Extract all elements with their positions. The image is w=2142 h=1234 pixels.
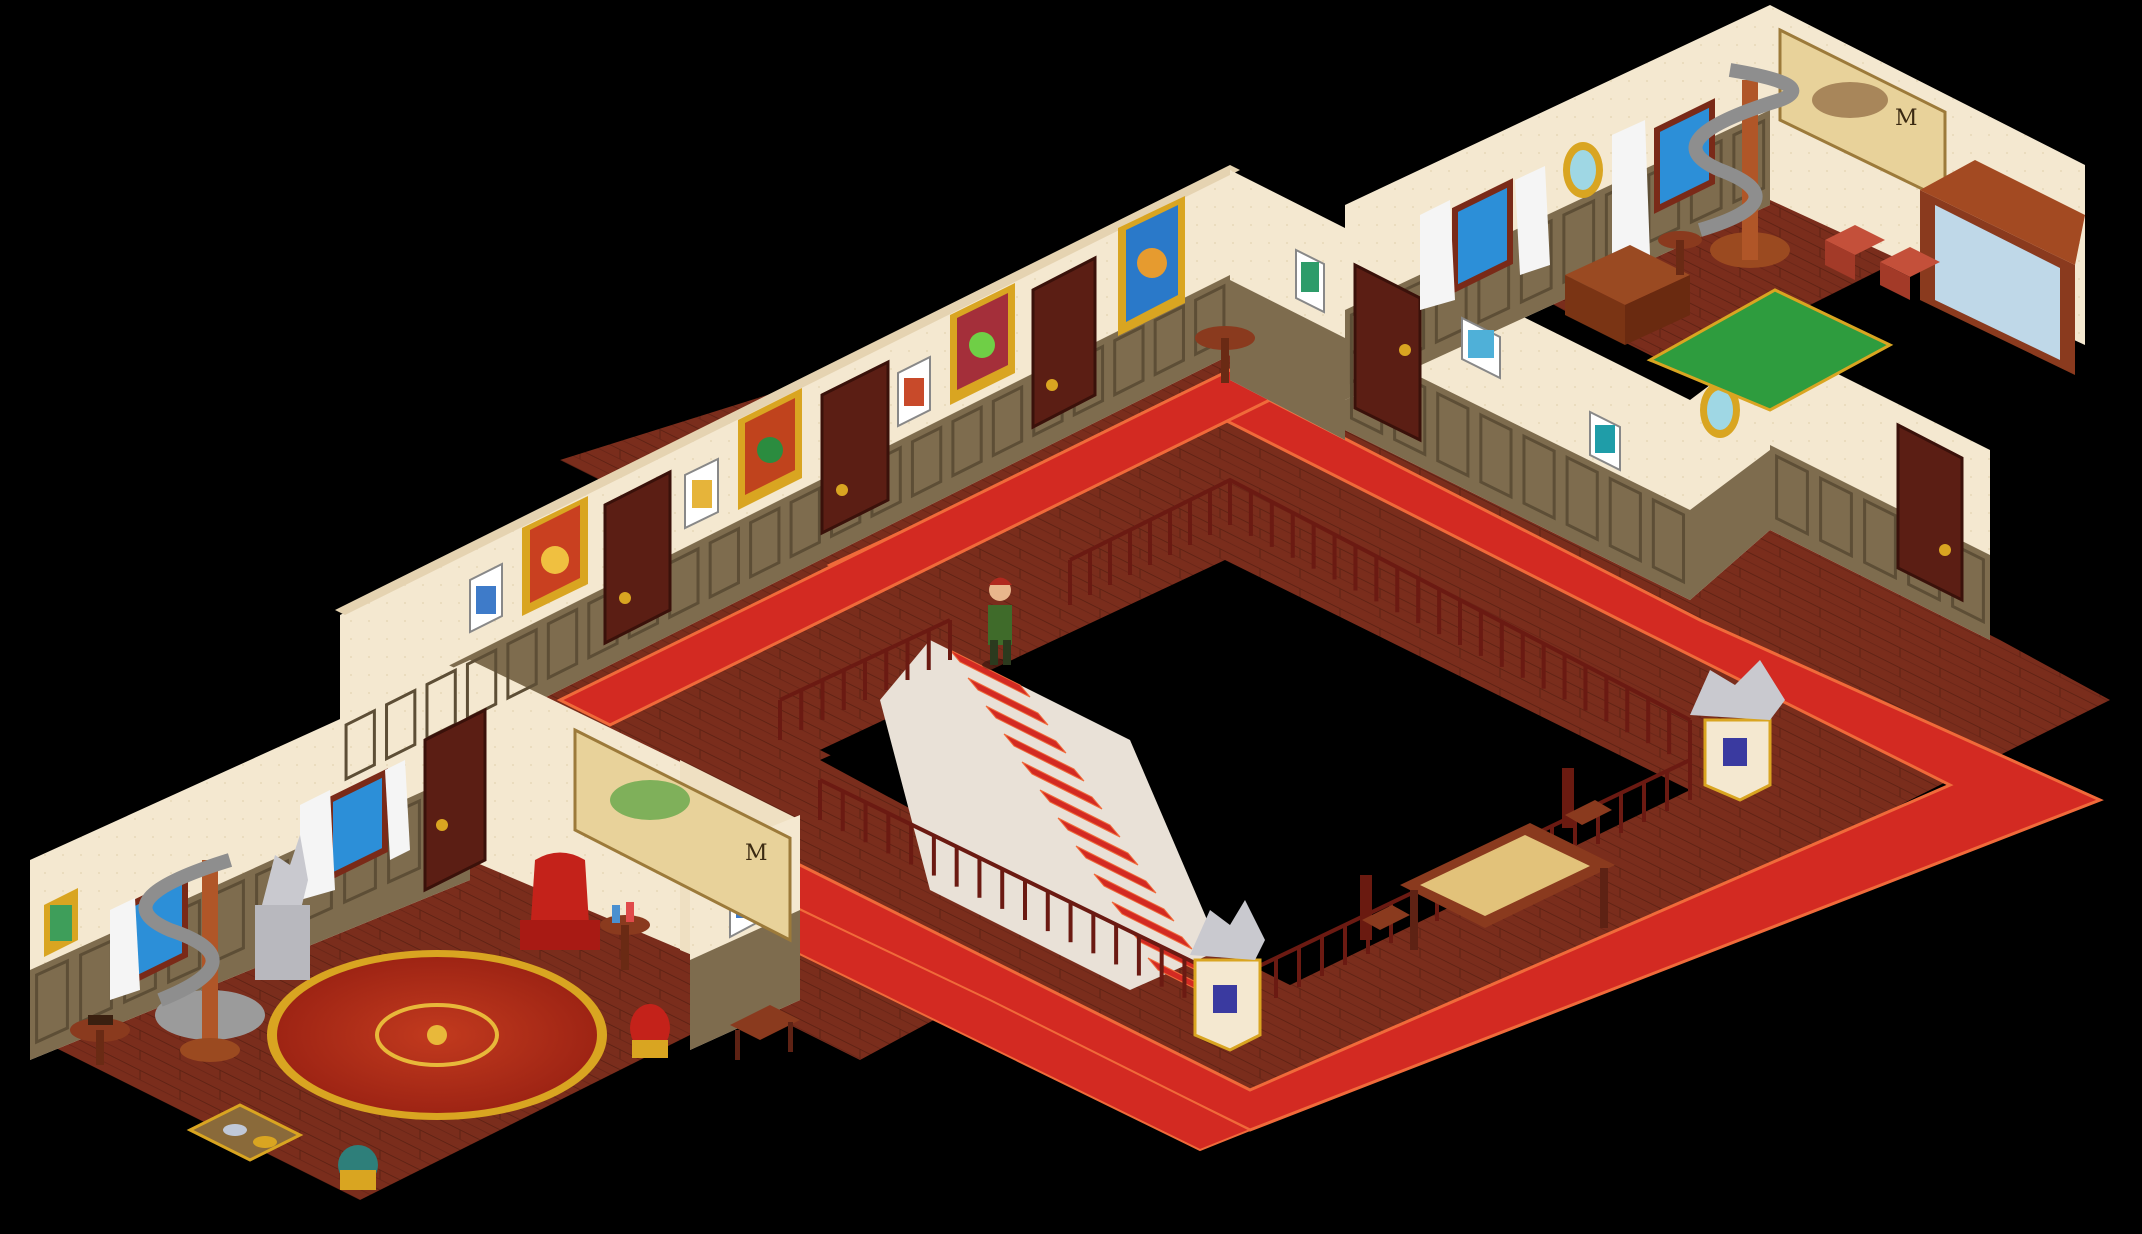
teal-pouf[interactable] <box>338 1145 378 1190</box>
map-left-label: M <box>745 841 768 866</box>
map-right-label: M <box>1895 106 1918 131</box>
oval-mirror-1[interactable] <box>1563 142 1603 198</box>
round-rug[interactable] <box>267 950 607 1120</box>
door-left-room[interactable] <box>423 707 487 893</box>
red-pouf[interactable] <box>630 1004 670 1058</box>
game-viewport[interactable]: M M <box>0 0 2142 1234</box>
